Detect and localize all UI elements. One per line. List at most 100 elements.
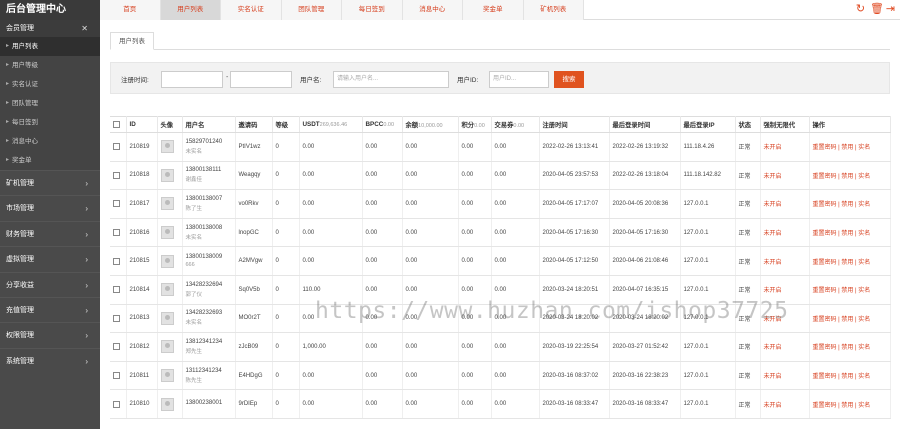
table-row: 210815 13800138009 666 A2MVgw 0 0.00 0.00 0.00 0… — [110, 246, 891, 276]
sidebar-group-recharge[interactable]: 充值管理 › — [0, 296, 100, 322]
sidebar-group-finance[interactable]: 财务管理 › — [0, 220, 100, 246]
sidebar-item-verification[interactable]: 实名认证 — [0, 75, 100, 94]
top-tab-verification[interactable]: 实名认证 — [221, 0, 282, 20]
cell-withdraw-toggle[interactable]: 未开启 — [760, 161, 810, 191]
cell-ops-links[interactable]: 重置密码 | 禁用 | 实名 — [809, 161, 891, 191]
top-tab-bonus[interactable]: 奖金单 — [463, 0, 524, 20]
cell-username: 13800238001 — [182, 389, 236, 419]
cell-usdt: 0.00 — [299, 389, 363, 419]
reg-end-input[interactable] — [230, 71, 292, 88]
sidebar-item-user-list[interactable]: 用户列表 — [0, 37, 100, 56]
row-checkbox[interactable] — [110, 304, 127, 334]
cell-withdraw-toggle[interactable]: 未开启 — [760, 332, 810, 362]
avatar — [160, 340, 174, 354]
cell-withdraw-toggle[interactable]: 未开启 — [760, 246, 810, 276]
sidebar-group-virtual[interactable]: 虚拟管理 › — [0, 246, 100, 271]
sidebar-group-permissions[interactable]: 权限管理 › — [0, 322, 100, 347]
cell-reg-time: 2020-03-16 08:33:47 — [539, 389, 610, 419]
row-checkbox[interactable] — [110, 161, 127, 191]
sidebar-item-bonus[interactable]: 奖金单 — [0, 151, 100, 170]
cell-last-ip: 127.0.0.1 — [680, 218, 736, 248]
cell-withdraw-toggle[interactable]: 未开启 — [760, 389, 810, 419]
top-tab-team[interactable]: 团队管理 — [281, 0, 342, 20]
trash-icon[interactable]: 🗑︎ — [870, 3, 884, 15]
cell-withdraw-toggle[interactable]: 未开启 — [760, 275, 810, 305]
avatar — [160, 311, 174, 325]
row-checkbox[interactable] — [110, 189, 127, 219]
cell-withdraw-toggle[interactable]: 未开启 — [760, 132, 810, 162]
top-tab-checkin[interactable]: 每日签到 — [342, 0, 403, 20]
cell-withdraw-toggle[interactable]: 未开启 — [760, 361, 810, 391]
table-body: 210819 15829701240 未实名 PtIV1wz 0 0.00 0.00 0.00… — [110, 132, 891, 419]
sidebar-group-system[interactable]: 系统管理 › — [0, 347, 100, 373]
logout-icon[interactable]: ⇥ — [885, 3, 896, 15]
cell-invite: Weagqy — [235, 161, 273, 191]
cell-ops-links[interactable]: 重置密码 | 禁用 | 实名 — [809, 361, 891, 391]
row-checkbox[interactable] — [110, 218, 127, 248]
cell-withdraw-toggle[interactable]: 未开启 — [760, 218, 810, 248]
cell-ops-links[interactable]: 重置密码 | 禁用 | 实名 — [809, 389, 891, 419]
cell-points: 0.00 — [458, 246, 492, 276]
reg-time-label: 注册时间: — [121, 77, 149, 84]
sidebar-group-share[interactable]: 分享收益 › — [0, 271, 100, 297]
cell-points: 0.00 — [458, 189, 492, 219]
cell-balance: 0.00 — [402, 218, 459, 248]
sidebar-item-messages[interactable]: 消息中心 — [0, 132, 100, 151]
username-input[interactable]: 请输入用户名... — [333, 71, 449, 88]
refresh-icon[interactable]: ↻ — [855, 3, 866, 15]
top-tab-home[interactable]: 首页 — [100, 0, 161, 20]
chevron-right-icon: › — [85, 255, 88, 265]
cell-phone: 13800238001 — [185, 400, 223, 407]
cell-realname: 陈先生 — [185, 377, 203, 384]
top-tab-miners[interactable]: 矿机列表 — [523, 0, 584, 20]
sidebar-group-miners[interactable]: 矿机管理 › — [0, 170, 100, 195]
cell-ops-links[interactable]: 重置密码 | 禁用 | 实名 — [809, 304, 891, 334]
row-checkbox[interactable] — [110, 132, 127, 162]
cell-ops-links[interactable]: 重置密码 | 禁用 | 实名 — [809, 246, 891, 276]
row-checkbox[interactable] — [110, 389, 127, 419]
sidebar-group-members[interactable]: 会员管理 ✕ — [0, 20, 100, 37]
cell-usdt: 0.00 — [299, 161, 363, 191]
cell-last-login: 2020-04-06 21:08:46 — [609, 246, 681, 276]
reg-start-input[interactable] — [161, 71, 223, 88]
top-tab-messages[interactable]: 消息中心 — [402, 0, 463, 20]
table-row: 210814 13428232694 郭了仪 Sq0V5b 0 110.00 0.00 0.0… — [110, 275, 891, 305]
cell-trade: 0.00 — [491, 275, 540, 305]
cell-trade: 0.00 — [491, 361, 540, 391]
cell-ops-links[interactable]: 重置密码 | 禁用 | 实名 — [809, 275, 891, 305]
cell-ops-links[interactable]: 重置密码 | 禁用 | 实名 — [809, 189, 891, 219]
cell-withdraw-toggle[interactable]: 未开启 — [760, 304, 810, 334]
cell-realname: 未实名 — [185, 320, 203, 327]
cell-points: 0.00 — [458, 389, 492, 419]
cell-username: 13800138007 陈了生 — [182, 189, 236, 219]
cell-withdraw-toggle[interactable]: 未开启 — [760, 189, 810, 219]
search-button[interactable]: 搜索 — [554, 71, 584, 88]
sidebar-item-team[interactable]: 团队管理 — [0, 94, 100, 113]
sidebar-group-market[interactable]: 市场管理 › — [0, 195, 100, 220]
cell-ops-links[interactable]: 重置密码 | 禁用 | 实名 — [809, 132, 891, 162]
row-checkbox[interactable] — [110, 361, 127, 391]
col-reg-time: 注册时间 — [539, 116, 610, 133]
cell-balance: 0.00 — [402, 304, 459, 334]
cell-last-ip: 127.0.0.1 — [680, 189, 736, 219]
cell-phone: 13812341234 — [185, 338, 223, 345]
row-checkbox[interactable] — [110, 275, 127, 305]
sidebar-item-user-level[interactable]: 用户等级 — [0, 56, 100, 75]
row-checkbox[interactable] — [110, 246, 127, 276]
cell-status: 正常 — [735, 304, 761, 334]
row-checkbox[interactable] — [110, 332, 127, 362]
top-icons: ↻ 🗑︎ ⇥ — [855, 3, 896, 15]
top-tab-user-list[interactable]: 用户列表 — [160, 0, 221, 20]
uid-input[interactable]: 用户ID... — [489, 71, 549, 88]
sidebar-item-checkin[interactable]: 每日签到 — [0, 113, 100, 132]
cell-ops-links[interactable]: 重置密码 | 禁用 | 实名 — [809, 332, 891, 362]
cell-points: 0.00 — [458, 161, 492, 191]
cell-ops-links[interactable]: 重置密码 | 禁用 | 实名 — [809, 218, 891, 248]
cell-avatar — [157, 161, 183, 191]
select-all-checkbox[interactable] — [110, 116, 127, 133]
tab-user-list[interactable]: 用户列表 — [110, 32, 154, 50]
avatar — [160, 397, 174, 411]
col-id[interactable]: ID — [126, 116, 158, 133]
cell-id: 210811 — [126, 361, 158, 391]
cell-phone: 13800138007 — [185, 195, 223, 202]
